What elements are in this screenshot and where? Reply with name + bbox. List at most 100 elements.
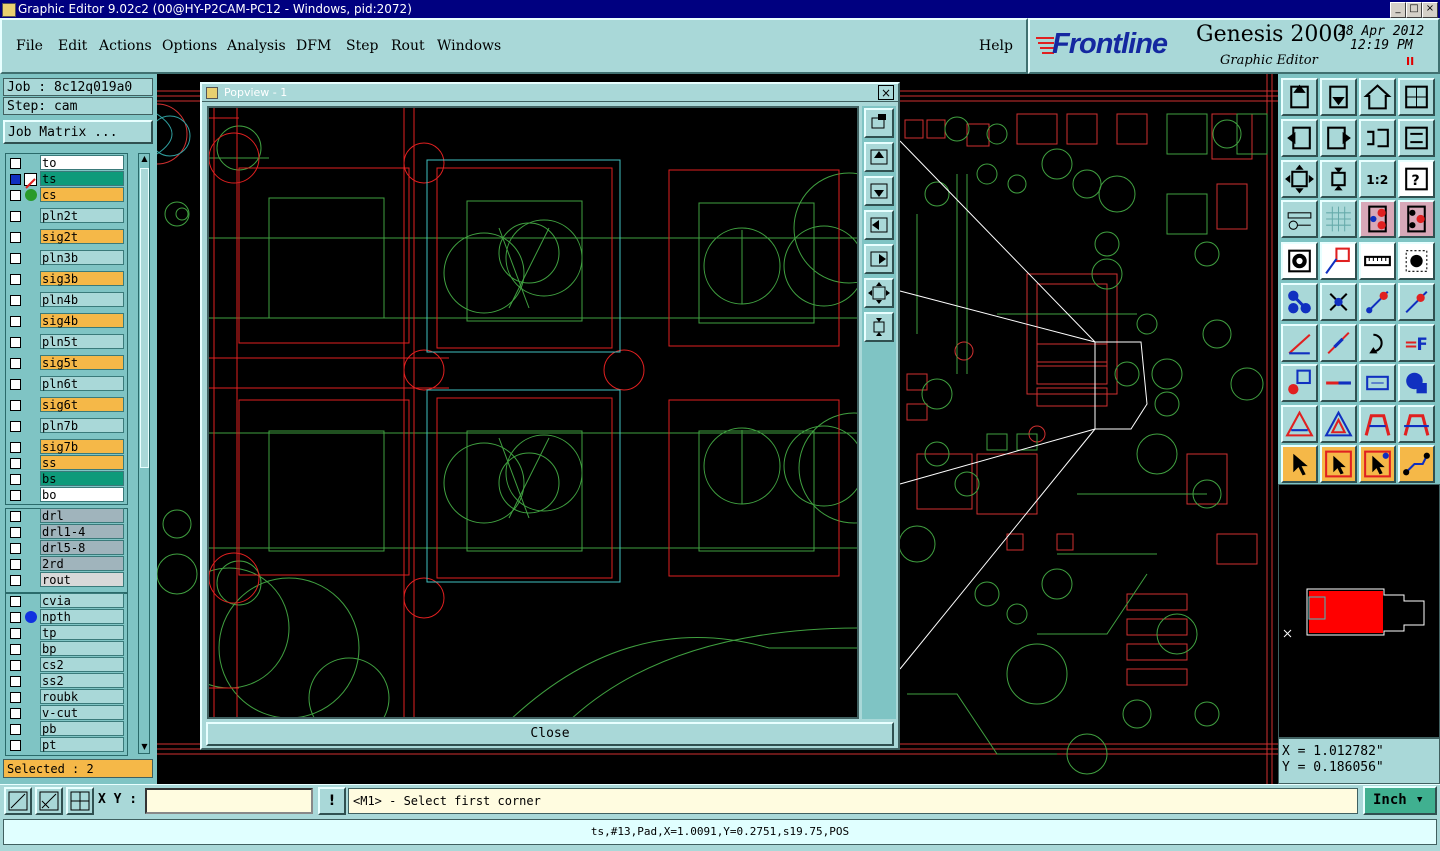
layer-name[interactable]: sig5t — [40, 355, 124, 370]
layer-name[interactable]: drl1-4 — [40, 524, 124, 539]
layer-checkbox[interactable] — [10, 158, 21, 169]
layer-checkbox[interactable] — [10, 232, 21, 243]
menu-file[interactable]: File — [16, 38, 43, 54]
line-diag-icon[interactable] — [1398, 283, 1435, 321]
layer-checkbox[interactable] — [10, 421, 21, 432]
measure-tool-icon[interactable] — [1281, 200, 1318, 238]
snap-layers-icon[interactable] — [1398, 200, 1435, 238]
layer-checkbox[interactable] — [10, 575, 21, 586]
popview-title-bar[interactable]: Popview - 1 × — [202, 84, 898, 102]
layer-row[interactable]: pln3b — [6, 250, 124, 266]
layer-row[interactable]: ss2 — [6, 673, 124, 689]
layer-name[interactable]: sig2t — [40, 229, 124, 244]
blob-icon[interactable] — [1398, 364, 1435, 402]
layer-name[interactable]: bo — [40, 487, 124, 502]
layer-name[interactable]: sig3b — [40, 271, 124, 286]
route-select-icon[interactable] — [1398, 445, 1435, 483]
rotate-icon[interactable] — [1359, 324, 1396, 362]
units-selector[interactable]: Inch ▼ — [1363, 786, 1437, 815]
slash-icon[interactable] — [1320, 324, 1357, 362]
triangle-icon[interactable] — [1320, 405, 1357, 443]
layer-name[interactable]: cs2 — [40, 657, 124, 672]
zoom-area-icon[interactable] — [4, 787, 32, 815]
layer-name[interactable]: v-cut — [40, 705, 124, 720]
pause-indicator[interactable]: II — [1406, 55, 1414, 68]
layer-checkbox[interactable] — [10, 253, 21, 264]
arch-icon[interactable] — [1359, 405, 1396, 443]
layer-checkbox[interactable] — [10, 474, 21, 485]
layer-row[interactable]: sig2t — [6, 229, 124, 245]
layer-row[interactable]: bo — [6, 487, 124, 503]
menu-windows[interactable]: Windows — [437, 38, 501, 54]
layer-scrollbar[interactable]: ▲ ▼ — [138, 153, 150, 754]
layer-name[interactable]: pln4b — [40, 292, 124, 307]
zoom-1-2-icon[interactable]: 1:2 — [1359, 160, 1396, 198]
layer-name[interactable]: bp — [40, 641, 124, 656]
layer-name[interactable]: pb — [40, 721, 124, 736]
layer-row[interactable]: pln6t — [6, 376, 124, 392]
snap-red-icon[interactable] — [1359, 200, 1396, 238]
text-f-icon[interactable]: = F — [1398, 324, 1435, 362]
layer-checkbox[interactable] — [10, 543, 21, 554]
layer-checkbox[interactable] — [10, 337, 21, 348]
layer-checkbox[interactable] — [10, 612, 21, 623]
layer-name[interactable]: tp — [40, 625, 124, 640]
layer-row[interactable]: pln2t — [6, 208, 124, 224]
layer-row[interactable]: pt — [6, 737, 124, 753]
layer-row[interactable]: 2rd — [6, 556, 124, 572]
layer-row[interactable]: cs2 — [6, 657, 124, 673]
move-pad-icon[interactable] — [1281, 364, 1318, 402]
layer-row[interactable]: sig3b — [6, 271, 124, 287]
query-icon[interactable]: ? — [1398, 160, 1435, 198]
pan-left-icon[interactable] — [1281, 119, 1318, 157]
layer-checkbox[interactable] — [10, 190, 21, 201]
maximize-button[interactable]: □ — [1406, 2, 1422, 18]
dimension-icon[interactable] — [1359, 364, 1396, 402]
layer-row[interactable]: sig5t — [6, 355, 124, 371]
layer-checkbox[interactable] — [10, 316, 21, 327]
layer-checkbox[interactable] — [10, 400, 21, 411]
layer-row[interactable]: tp — [6, 625, 124, 641]
layer-row[interactable]: pln4b — [6, 292, 124, 308]
layer-checkbox[interactable] — [10, 527, 21, 538]
popview-center-icon[interactable] — [864, 312, 894, 342]
layer-row[interactable]: bp — [6, 641, 124, 657]
layer-checkbox[interactable] — [10, 692, 21, 703]
layer-name[interactable]: npth — [40, 609, 124, 624]
layer-row[interactable]: ts — [6, 171, 124, 189]
layer-name[interactable]: cvia — [40, 593, 124, 608]
layer-checkbox[interactable] — [10, 274, 21, 285]
minimize-button[interactable]: _ — [1390, 2, 1406, 18]
layer-row[interactable]: drl5-8 — [6, 540, 124, 556]
menu-options[interactable]: Options — [162, 38, 217, 54]
scroll-thumb[interactable] — [140, 168, 149, 468]
layer-name[interactable]: pln5t — [40, 334, 124, 349]
layer-checkbox[interactable] — [10, 740, 21, 751]
layer-row[interactable]: npth — [6, 609, 124, 625]
line-add-icon[interactable] — [1320, 242, 1357, 280]
redraw-icon[interactable] — [1398, 119, 1435, 157]
cross-icon[interactable] — [1320, 283, 1357, 321]
layer-row[interactable]: drl1-4 — [6, 524, 124, 540]
layer-name[interactable]: ss2 — [40, 673, 124, 688]
split-view-icon[interactable] — [1398, 78, 1435, 116]
layer-checkbox[interactable] — [10, 511, 21, 522]
scroll-up-arrow-icon[interactable]: ▲ — [140, 154, 149, 164]
layer-checkbox[interactable] — [10, 660, 21, 671]
layer-checkbox[interactable] — [10, 358, 21, 369]
layer-row[interactable]: cvia — [6, 593, 124, 609]
layer-name[interactable]: drl5-8 — [40, 540, 124, 555]
close-button[interactable]: × — [1422, 2, 1438, 18]
popview-close-x[interactable]: × — [878, 85, 894, 100]
layer-checkbox[interactable] — [10, 676, 21, 687]
popview-fit-icon[interactable] — [864, 278, 894, 308]
menu-rout[interactable]: Rout — [391, 38, 425, 54]
layer-name[interactable]: ss — [40, 455, 124, 470]
layer-row[interactable]: sig6t — [6, 397, 124, 413]
node-icon[interactable] — [1281, 283, 1318, 321]
layer-row[interactable]: v-cut — [6, 705, 124, 721]
layer-checkbox[interactable] — [10, 708, 21, 719]
popview-pan-down-icon[interactable] — [864, 176, 894, 206]
layer-name[interactable]: pln7b — [40, 418, 124, 433]
select-box-icon[interactable] — [1320, 445, 1357, 483]
